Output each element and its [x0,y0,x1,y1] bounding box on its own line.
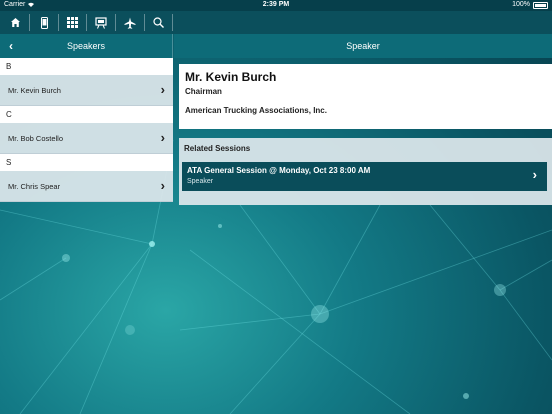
grid-icon[interactable] [58,11,86,34]
search-icon[interactable] [144,11,172,34]
speaker-title: Chairman [185,87,222,96]
status-bar: Carrier 2:39 PM 100% [0,0,552,11]
section-header-c: C [0,106,173,123]
related-sessions-heading: Related Sessions [184,144,251,153]
speaker-list-item[interactable]: Mr. Chris Spear › [0,171,173,202]
back-chevron-icon[interactable]: ‹ [9,39,13,53]
battery-icon [533,2,548,9]
chevron-right-icon: › [532,167,537,182]
session-row[interactable]: ATA General Session @ Monday, Oct 23 8:0… [182,162,547,191]
session-role: Speaker [187,178,214,185]
presentation-icon[interactable] [87,11,115,34]
speaker-name: Mr. Kevin Burch [185,70,277,84]
speaker-name-label: Mr. Bob Costello [8,133,64,143]
speaker-name-label: Mr. Chris Spear [8,181,61,191]
speakers-nav-title: Speakers [66,41,106,51]
speaker-nav-title: Speaker [346,41,380,51]
speaker-name-label: Mr. Kevin Burch [8,85,61,95]
speaker-nav-bar: Speaker [174,34,552,58]
status-time: 2:39 PM [262,1,290,8]
battery-percent: 100% [512,1,530,8]
related-sessions-panel: Related Sessions ATA General Session @ M… [179,138,552,205]
speakers-nav-bar: ‹ Speakers [0,34,173,58]
session-title: ATA General Session @ Monday, Oct 23 8:0… [187,166,371,175]
home-icon[interactable] [1,11,29,34]
top-toolbar [0,11,552,34]
chevron-right-icon: › [160,178,165,193]
speaker-list-item[interactable]: Mr. Bob Costello › [0,123,173,154]
section-header-b: B [0,58,173,75]
speaker-organization: American Trucking Associations, Inc. [185,106,327,115]
chevron-right-icon: › [160,130,165,145]
chevron-right-icon: › [160,82,165,97]
phone-icon[interactable] [30,11,58,34]
section-header-s: S [0,154,173,171]
airplane-icon[interactable] [116,11,144,34]
speaker-list-item[interactable]: Mr. Kevin Burch › [0,75,173,106]
speaker-detail-card: Mr. Kevin Burch Chairman American Trucki… [179,64,552,129]
speaker-list: B Mr. Kevin Burch › C Mr. Bob Costello ›… [0,58,173,202]
